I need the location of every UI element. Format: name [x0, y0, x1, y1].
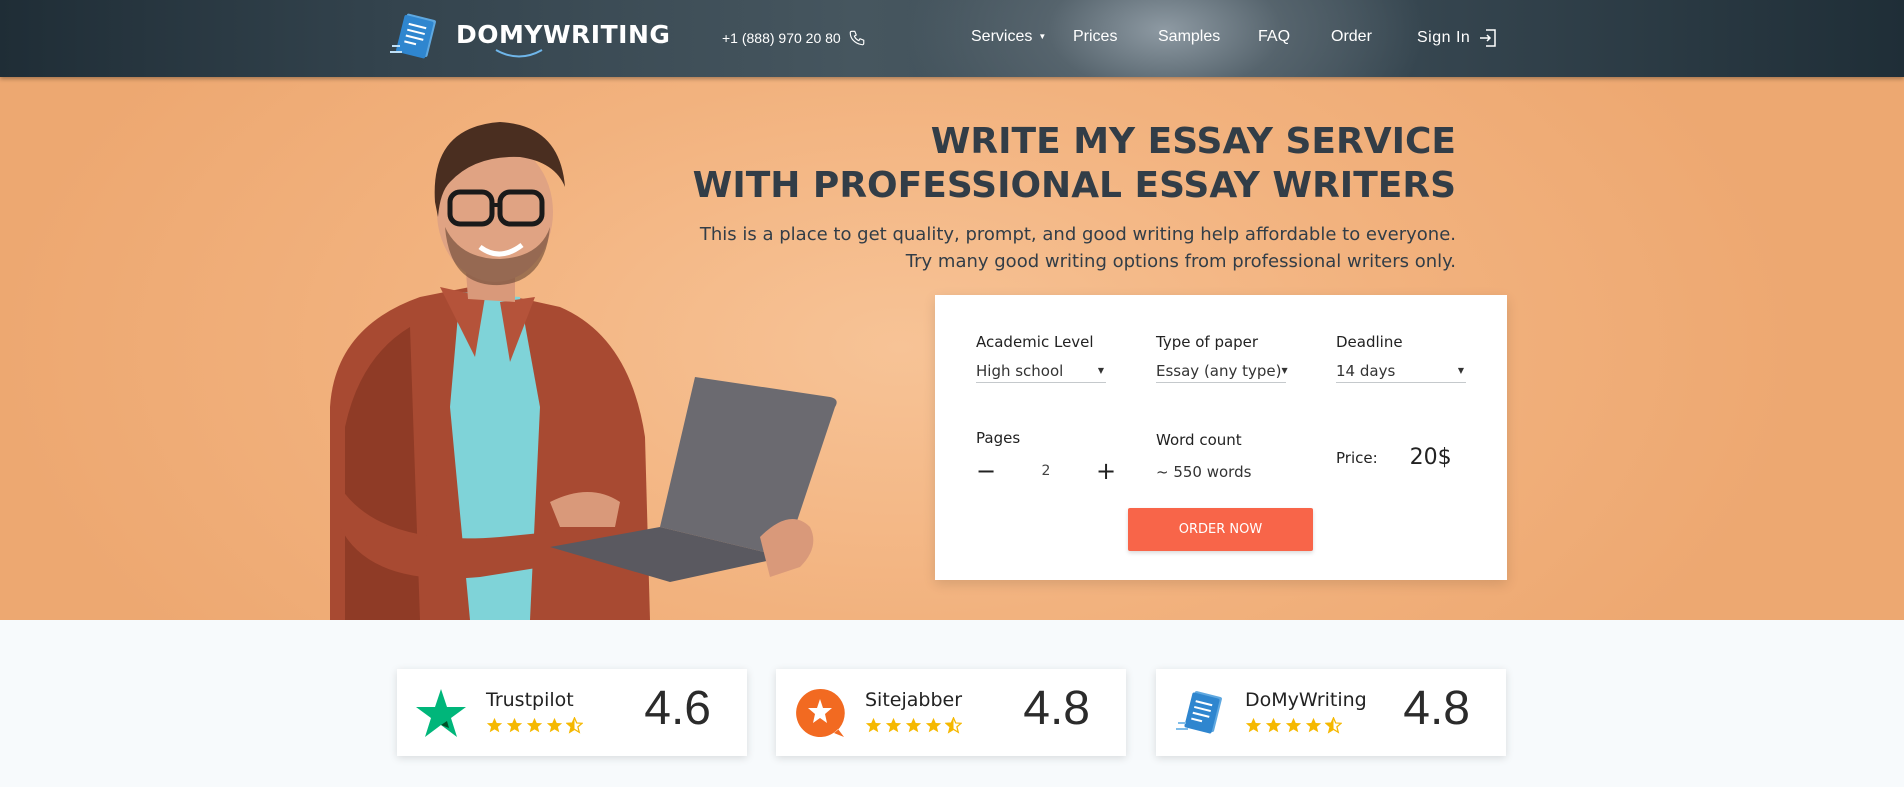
order-calculator: Academic Level High school ▼ Type of pap… [935, 295, 1507, 580]
star-rating [1245, 717, 1342, 734]
sign-in-label: Sign In [1417, 29, 1471, 46]
nav-prices[interactable]: Prices [1073, 28, 1117, 46]
deadline-field: Deadline 14 days ▼ [1336, 333, 1466, 383]
star-icon [486, 717, 503, 733]
sitejabber-icon [796, 688, 845, 737]
star-icon [865, 717, 882, 733]
star-icon [905, 717, 922, 733]
star-icon [885, 717, 902, 733]
chevron-down-icon: ▼ [1097, 366, 1104, 375]
star-icon [925, 717, 942, 733]
order-now-button[interactable]: ORDER NOW [1128, 508, 1313, 551]
paper-type-field: Type of paper Essay (any type) ▼ [1156, 333, 1288, 383]
deadline-value: 14 days [1336, 361, 1396, 380]
pages-field: Pages − 2 + [976, 429, 1116, 483]
word-count-label: Word count [1156, 431, 1242, 449]
nav-services[interactable]: Services ▼ [971, 28, 1046, 46]
price-value: 20$ [1409, 445, 1452, 470]
pages-stepper: − 2 + [976, 459, 1116, 483]
sign-in-icon [1480, 29, 1497, 47]
hero-subtitle-line-2: Try many good writing options from profe… [905, 251, 1456, 272]
nav-services-label: Services [971, 28, 1033, 45]
paper-type-label: Type of paper [1156, 333, 1259, 351]
hero-subtitle-line-1: This is a place to get quality, prompt, … [699, 224, 1456, 245]
star-icon [1265, 717, 1282, 733]
star-icon [526, 717, 543, 733]
deadline-label: Deadline [1336, 333, 1403, 351]
nav-samples[interactable]: Samples [1158, 28, 1220, 46]
deadline-select[interactable]: 14 days ▼ [1336, 359, 1466, 383]
half-star-icon [1325, 717, 1342, 734]
ratings-section: Trustpilot 4.6 Sitejabber 4.8 DoMyWritin… [0, 669, 1904, 756]
trustpilot-star-icon [416, 689, 466, 737]
star-icon [506, 717, 523, 733]
word-count-field: Word count ~ 550 words [1156, 431, 1316, 481]
pages-label: Pages [976, 429, 1021, 447]
academic-level-label: Academic Level [976, 333, 1094, 351]
academic-level-field: Academic Level High school ▼ [976, 333, 1106, 383]
rating-score: 4.8 [1023, 682, 1090, 735]
pages-increment-button[interactable]: + [1096, 459, 1116, 483]
star-icon [1285, 717, 1302, 733]
half-star-icon [566, 717, 583, 734]
price-label: Price: [1336, 448, 1378, 467]
chevron-down-icon: ▼ [1457, 366, 1464, 375]
chevron-down-icon: ▼ [1281, 366, 1288, 375]
site-header: DOMYWRITING +1 (888) 970 20 80 Services ▼… [0, 0, 1904, 77]
star-icon [546, 717, 563, 733]
rating-card-domywriting[interactable]: DoMyWriting 4.8 [1156, 669, 1506, 756]
price-display: Price: 20$ [1336, 445, 1452, 470]
star-icon [1305, 717, 1322, 733]
rating-score: 4.8 [1403, 682, 1470, 735]
star-rating [486, 717, 583, 734]
nav-faq[interactable]: FAQ [1258, 28, 1290, 46]
academic-level-value: High school [976, 361, 1064, 380]
pages-decrement-button[interactable]: − [976, 459, 996, 483]
paper-type-select[interactable]: Essay (any type) ▼ [1156, 359, 1288, 383]
star-icon [1245, 717, 1262, 733]
rating-card-sitejabber[interactable]: Sitejabber 4.8 [776, 669, 1126, 756]
rating-card-trustpilot[interactable]: Trustpilot 4.6 [397, 669, 747, 756]
half-star-icon [945, 717, 962, 734]
hero-title-line-1: WRITE MY ESSAY SERVICE [930, 121, 1456, 162]
rating-name: Trustpilot [486, 689, 574, 711]
star-rating [865, 717, 962, 734]
chevron-down-icon: ▼ [1038, 32, 1047, 41]
domywriting-logo-icon [1176, 691, 1222, 734]
rating-score: 4.6 [644, 682, 711, 735]
rating-name: Sitejabber [865, 689, 963, 711]
hero-subtitle: This is a place to get quality, prompt, … [700, 221, 1456, 275]
pages-value[interactable]: 2 [1042, 463, 1051, 479]
main-nav: Services ▼ Prices Samples FAQ Order Sign … [0, 28, 1904, 52]
rating-name: DoMyWriting [1245, 689, 1367, 711]
nav-order[interactable]: Order [1331, 28, 1372, 46]
paper-type-value: Essay (any type) [1156, 361, 1282, 380]
academic-level-select[interactable]: High school ▼ [976, 359, 1106, 383]
sign-in-link[interactable]: Sign In [1417, 28, 1498, 48]
hero-title-line-2: WITH PROFESSIONAL ESSAY WRITERS [692, 165, 1456, 206]
hero-title: WRITE MY ESSAY SERVICE WITH PROFESSIONAL… [693, 120, 1456, 208]
word-count-value: ~ 550 words [1156, 463, 1252, 481]
